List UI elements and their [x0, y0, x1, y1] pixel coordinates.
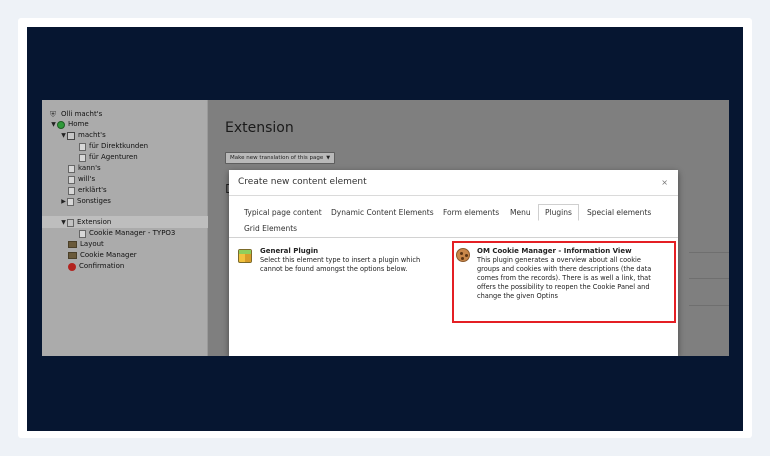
plugin-description-line: Select this element type to insert a plu… — [260, 256, 421, 264]
tree-item-label: für Agenturen — [89, 153, 138, 161]
plugin-description-line: offers the possibility to reopen the Coo… — [477, 283, 650, 291]
tree-item-home[interactable]: ▼ Home — [50, 119, 89, 130]
plugin-description-line: cannot be found amongst the options belo… — [260, 265, 408, 273]
tree-item-machts[interactable]: ▼ macht's — [60, 130, 106, 141]
tab-special-elements[interactable]: Special elements — [581, 204, 657, 221]
tree-item-confirmation[interactable]: Confirmation — [68, 261, 124, 272]
tree-item-label: Layout — [80, 240, 104, 248]
translation-select[interactable]: Make new translation of this page ▼ — [225, 152, 336, 164]
page-icon — [68, 186, 75, 195]
plugin-description-line: comes from the records). There is as wel… — [477, 274, 651, 282]
tree-item-label: macht's — [78, 131, 106, 139]
translation-select-label: Make new translation of this page — [230, 154, 324, 161]
tree-item-label: kann's — [78, 164, 101, 172]
stop-icon — [68, 262, 76, 271]
cookie-icon — [456, 248, 470, 262]
tree-item-label: Cookie Manager — [80, 251, 137, 259]
tab-plugins[interactable]: Plugins — [538, 204, 579, 221]
typo3-backend-screen: ⛨ Olli macht's ▼ Home ▼ macht's für Dire… — [42, 100, 729, 356]
page-icon — [67, 218, 74, 227]
tab-divider — [229, 237, 678, 238]
folder-icon — [68, 252, 77, 259]
page-icon — [67, 197, 74, 206]
tab-grid-elements[interactable]: Grid Elements — [238, 220, 303, 237]
tree-item-label: erklärt's — [78, 186, 107, 194]
tab-typical-page-content[interactable]: Typical page content — [238, 204, 328, 221]
tree-item-erklaerts[interactable]: erklärt's — [68, 185, 107, 196]
tab-menu[interactable]: Menu — [504, 204, 537, 221]
tree-item-cookie-manager-typo3[interactable]: Cookie Manager - TYPO3 — [79, 228, 175, 239]
tab-form-elements[interactable]: Form elements — [437, 204, 505, 221]
cube-icon — [238, 249, 252, 263]
page-title: Extension — [225, 120, 294, 136]
plugin-name: General Plugin — [260, 247, 319, 255]
page-icon — [79, 229, 86, 238]
expand-toggle-icon[interactable]: ▶ — [60, 196, 67, 207]
tree-item-direktkunden[interactable]: für Direktkunden — [79, 141, 148, 152]
plugin-description-line: change the given Optins — [477, 292, 558, 300]
tree-item-extension[interactable]: ▼ Extension — [60, 217, 111, 228]
modal-title: Create new content element — [238, 177, 367, 187]
page-tree: ⛨ Olli macht's ▼ Home ▼ macht's für Dire… — [42, 100, 208, 356]
backdrop: ⛨ Olli macht's ▼ Home ▼ macht's für Dire… — [27, 27, 743, 431]
tree-item-label: will's — [78, 175, 96, 183]
page-icon — [79, 153, 86, 162]
tree-item-agenturen[interactable]: für Agenturen — [79, 152, 138, 163]
tree-item-wills[interactable]: will's — [68, 174, 95, 185]
expand-toggle-icon[interactable]: ▼ — [60, 130, 67, 141]
tree-item-label: Confirmation — [79, 262, 125, 270]
page-icon — [68, 164, 75, 173]
divider — [689, 278, 729, 279]
chevron-down-icon: ▼ — [326, 154, 331, 161]
close-icon[interactable]: × — [661, 178, 668, 187]
folder-icon — [68, 241, 77, 248]
expand-toggle-icon[interactable]: ▼ — [60, 217, 67, 228]
plugin-description-line: This plugin generates a overview about a… — [477, 256, 641, 264]
divider — [689, 305, 729, 306]
tab-bar: Typical page content Dynamic Content Ele… — [238, 202, 670, 238]
plugin-om-cookie-manager[interactable]: OM Cookie Manager - Information View Thi… — [477, 247, 673, 301]
tree-item-sonstiges[interactable]: ▶ Sonstiges — [60, 196, 111, 207]
expand-toggle-icon[interactable]: ▼ — [50, 119, 57, 130]
divider — [689, 252, 729, 253]
page-icon — [79, 142, 86, 151]
plugin-description-line: groups and cookies with there descriptio… — [477, 265, 652, 273]
tree-item-label: Home — [68, 120, 89, 128]
tab-dynamic-content-elements[interactable]: Dynamic Content Elements — [325, 204, 440, 221]
tree-item-label: Cookie Manager - TYPO3 — [89, 229, 176, 237]
new-content-element-modal: Create new content element × Typical pag… — [229, 170, 678, 356]
page-icon — [68, 175, 75, 184]
globe-icon — [57, 120, 65, 129]
tree-item-label: für Direktkunden — [89, 142, 149, 150]
tree-item-label: Extension — [77, 218, 112, 226]
tree-item-kanns[interactable]: kann's — [68, 163, 101, 174]
page-icon — [67, 131, 75, 140]
tree-item-layout[interactable]: Layout — [68, 239, 104, 250]
plugin-general[interactable]: General Plugin Select this element type … — [260, 247, 445, 274]
site-root-icon: ⛨ — [50, 109, 56, 119]
tree-item-cookie-manager[interactable]: Cookie Manager — [68, 250, 137, 261]
plugin-name: OM Cookie Manager - Information View — [477, 247, 632, 255]
tree-item-label: Sonstiges — [77, 197, 111, 205]
modal-header: Create new content element × — [229, 170, 678, 196]
